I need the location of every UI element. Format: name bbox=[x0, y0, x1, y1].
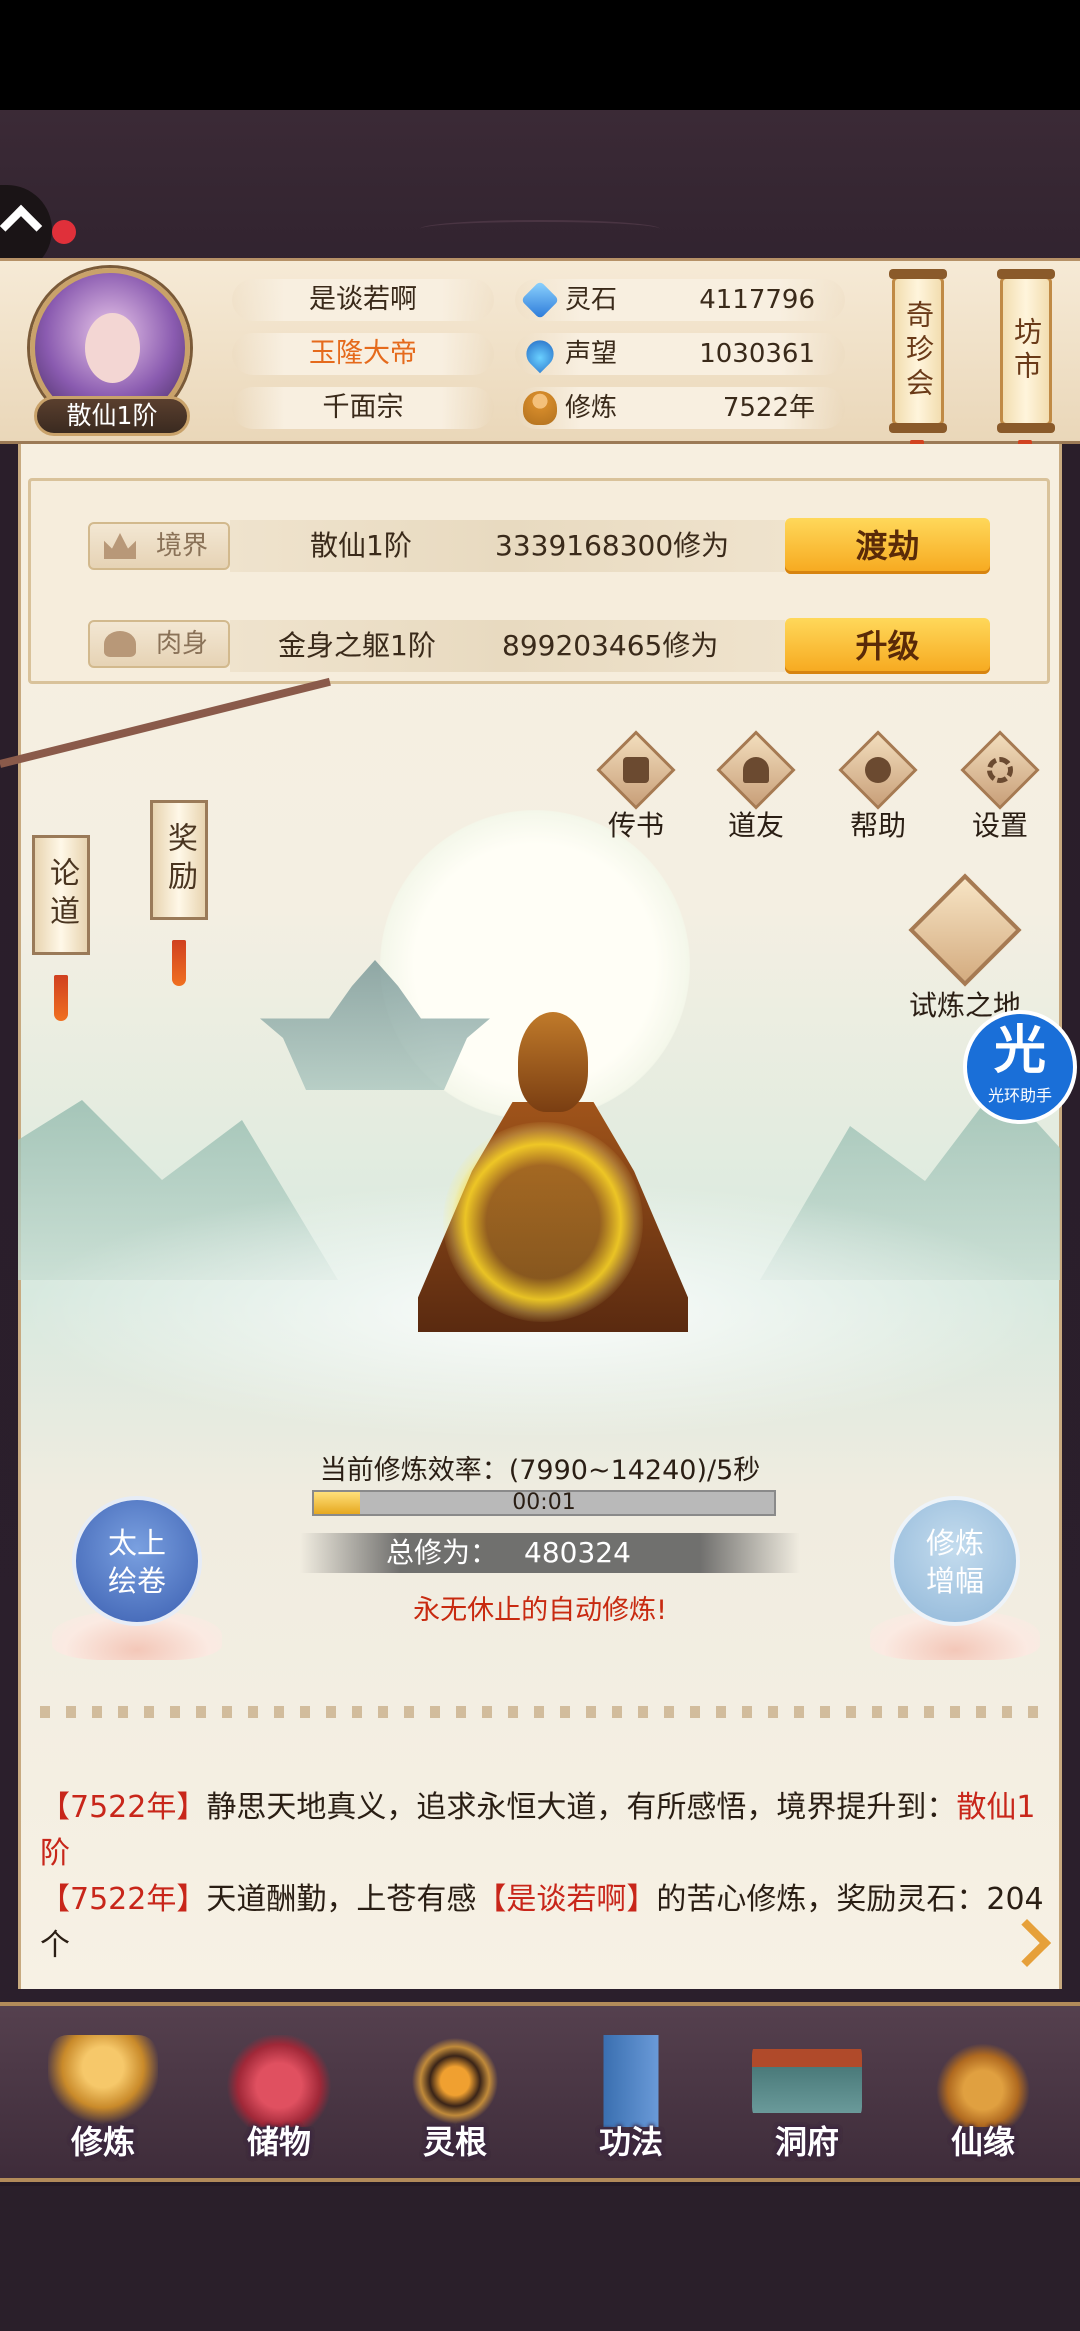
pagoda-icon bbox=[908, 873, 1022, 987]
player-sect: 千面宗 bbox=[232, 387, 494, 429]
meditating-cultivator[interactable] bbox=[388, 1012, 718, 1332]
settings-icon bbox=[987, 757, 1013, 783]
technique-book-icon bbox=[576, 2035, 686, 2127]
treasure-fair-button[interactable]: 奇珍会 bbox=[889, 269, 947, 433]
resource-cultivation: 修炼 7522年 bbox=[515, 387, 845, 429]
friends-button[interactable]: 道友 bbox=[706, 730, 806, 844]
tribulation-button[interactable]: 渡劫 bbox=[785, 518, 990, 574]
tassel-ornament bbox=[54, 975, 68, 1021]
nav-cultivate[interactable]: 修炼 bbox=[28, 2035, 178, 2163]
nav-storage[interactable]: 储物 bbox=[204, 2035, 354, 2163]
fortune-gourd-icon bbox=[928, 2035, 1038, 2127]
taishang-scroll-button[interactable]: 太上 绘卷 bbox=[72, 1496, 202, 1626]
realm-stage: 散仙1阶 bbox=[310, 529, 412, 562]
bottom-margin bbox=[0, 2186, 1080, 2331]
chevron-icon bbox=[0, 204, 43, 248]
total-cultivation: 总修为： 480324 bbox=[300, 1533, 800, 1573]
reputation-icon bbox=[520, 334, 560, 374]
resource-spirit-stone: 灵石 4117796 bbox=[515, 279, 845, 321]
realm-required: 3339168300修为 bbox=[495, 529, 730, 562]
storage-bag-icon bbox=[224, 2035, 334, 2127]
realm-bar: 散仙1阶 3339168300修为 bbox=[230, 520, 785, 572]
body-label: 肉身 bbox=[88, 620, 230, 668]
golden-qi-orb bbox=[443, 1122, 643, 1322]
cultivation-boost-button[interactable]: 修炼 增幅 bbox=[890, 1496, 1020, 1626]
rank-badge: 散仙1阶 bbox=[34, 396, 190, 436]
frame-ornament bbox=[420, 220, 660, 238]
nav-spirit-root[interactable]: 灵根 bbox=[380, 2035, 530, 2163]
meditating-body-icon bbox=[104, 631, 136, 657]
nav-technique[interactable]: 功法 bbox=[556, 2035, 706, 2163]
realm-label: 境界 bbox=[88, 522, 230, 570]
player-title: 玉隆大帝 bbox=[232, 333, 494, 375]
help-icon bbox=[865, 757, 891, 783]
player-name: 是谈若啊 bbox=[232, 279, 494, 321]
status-bar bbox=[0, 0, 1080, 110]
cave-dwelling-icon bbox=[752, 2035, 862, 2127]
cultivation-timer: 00:01 bbox=[512, 1490, 576, 1515]
body-upgrade-button[interactable]: 升级 bbox=[785, 618, 990, 674]
log-entry: 【7522年】静思天地真义，追求永恒大道，有所感悟，境界提升到：散仙1阶 bbox=[40, 1790, 1036, 1871]
cultivation-progress: 00:01 bbox=[312, 1490, 776, 1516]
cultivation-log: 【7522年】静思天地真义，追求永恒大道，有所感悟，境界提升到：散仙1阶 【75… bbox=[40, 1785, 1050, 1969]
resource-reputation: 声望 1030361 bbox=[515, 333, 845, 375]
nav-fortune[interactable]: 仙缘 bbox=[908, 2035, 1058, 2163]
tassel-ornament bbox=[172, 940, 186, 986]
mail-icon bbox=[623, 757, 649, 783]
cultivation-efficiency: 当前修炼效率：(7990~14240)/5秒 bbox=[319, 1455, 761, 1486]
crown-icon bbox=[104, 533, 136, 559]
market-button[interactable]: 坊市 bbox=[997, 269, 1055, 433]
friend-icon bbox=[743, 757, 769, 783]
reward-scroll[interactable]: 奖励 bbox=[150, 800, 208, 920]
cultivate-icon bbox=[48, 2035, 158, 2127]
nav-cave[interactable]: 洞府 bbox=[732, 2035, 882, 2163]
ornament-divider bbox=[40, 1706, 1040, 1718]
discuss-dao-scroll[interactable]: 论道 bbox=[32, 835, 90, 955]
mail-button[interactable]: 传书 bbox=[586, 730, 686, 844]
spirit-stone-icon bbox=[520, 280, 560, 320]
notification-dot bbox=[52, 220, 76, 244]
body-bar: 金身之躯1阶 899203465修为 bbox=[230, 620, 785, 672]
settings-button[interactable]: 设置 bbox=[950, 730, 1050, 844]
cultivation-icon bbox=[523, 391, 557, 425]
trial-ground-button[interactable]: 试炼之地 bbox=[890, 873, 1040, 1024]
spirit-root-icon bbox=[400, 2035, 510, 2127]
body-required: 899203465修为 bbox=[502, 629, 719, 662]
help-button[interactable]: 帮助 bbox=[828, 730, 928, 844]
body-stage: 金身之躯1阶 bbox=[278, 629, 436, 662]
assistant-float-button[interactable]: 光 光环助手 bbox=[963, 1010, 1077, 1124]
log-entry: 【7522年】天道酬勤，上苍有感【是谈若啊】的苦心修炼，奖励灵石：204个 bbox=[40, 1882, 1044, 1963]
